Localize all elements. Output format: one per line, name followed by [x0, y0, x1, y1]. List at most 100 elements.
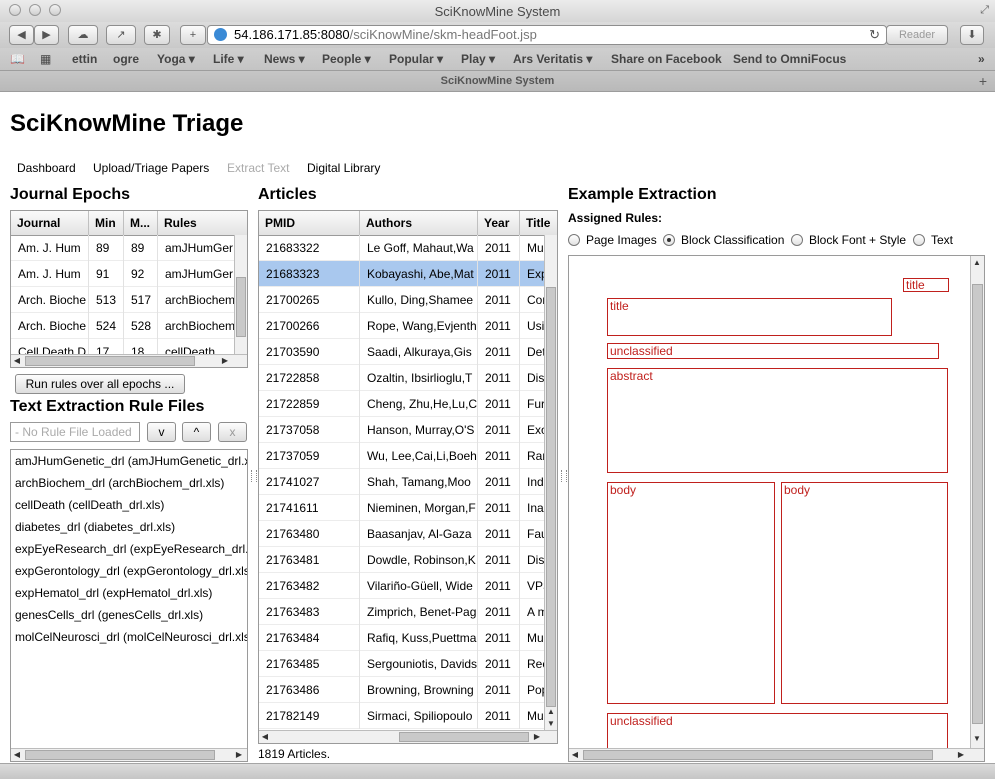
- scroll-up-icon[interactable]: ▲: [971, 258, 983, 267]
- scroll-thumb[interactable]: [25, 750, 215, 760]
- scroll-left-icon[interactable]: ◀: [11, 356, 23, 365]
- list-item[interactable]: cellDeath (cellDeath_drl.xls): [15, 494, 164, 516]
- table-row[interactable]: Arch. Bioche 513 517 archBiochem: [11, 287, 247, 313]
- list-item[interactable]: genesCells_drl (genesCells_drl.xls): [15, 604, 203, 626]
- left-pane-splitter[interactable]: [251, 470, 257, 482]
- table-row[interactable]: 21683322 Le Goff, Mahaut,Wa 2011 Mu: [259, 235, 557, 261]
- bookmark-news[interactable]: News ▾: [264, 52, 305, 66]
- table-row[interactable]: 21737059 Wu, Lee,Cai,Li,Boeh 2011 Rar: [259, 443, 557, 469]
- list-item[interactable]: archBiochem_drl (archBiochem_drl.xls): [15, 472, 224, 494]
- radio-label-text[interactable]: Text: [931, 233, 953, 247]
- articles-horizontal-scrollbar[interactable]: ◀ ▶: [259, 730, 557, 743]
- table-row[interactable]: 21763480 Baasanjav, Al-Gaza 2011 Fau: [259, 521, 557, 547]
- articles-vertical-scrollbar[interactable]: ▲ ▼: [544, 235, 557, 731]
- column-header-authors[interactable]: Authors: [360, 211, 478, 235]
- active-tab[interactable]: SciKnowMine System: [441, 75, 555, 87]
- scroll-thumb[interactable]: [399, 732, 529, 742]
- radio-label-block-classification[interactable]: Block Classification: [681, 233, 784, 247]
- block-body-right[interactable]: body: [781, 482, 948, 704]
- table-row[interactable]: 21763485 Sergouniotis, Davids 2011 Rec: [259, 651, 557, 677]
- articles-table[interactable]: PMID Authors Year Title 21683322 Le Goff,…: [258, 210, 558, 744]
- preview-horizontal-scrollbar[interactable]: ◀ ▶: [569, 748, 984, 761]
- right-pane-splitter[interactable]: [561, 470, 567, 482]
- block-body-left[interactable]: body: [607, 482, 775, 704]
- bookmark-people[interactable]: People ▾: [322, 52, 371, 66]
- scroll-right-icon[interactable]: ▶: [531, 732, 543, 741]
- column-header-min[interactable]: Min: [89, 211, 124, 235]
- table-row[interactable]: 21700265 Kullo, Ding,Shamee 2011 Con: [259, 287, 557, 313]
- scroll-left-icon[interactable]: ◀: [569, 750, 581, 759]
- rule-file-select[interactable]: - No Rule File Loaded -: [10, 422, 140, 457]
- block-unclassified-bottom[interactable]: unclassified: [607, 713, 948, 753]
- reading-list-icon[interactable]: 📖: [10, 52, 25, 66]
- bookmark-share-facebook[interactable]: Share on Facebook: [611, 52, 722, 66]
- bookmark-yoga[interactable]: Yoga ▾: [157, 52, 195, 66]
- list-item[interactable]: molCelNeurosci_drl (molCelNeurosci_drl.x…: [15, 626, 247, 648]
- radio-label-page-images[interactable]: Page Images: [586, 233, 657, 247]
- fullscreen-icon[interactable]: ⤢: [980, 4, 989, 17]
- scroll-thumb[interactable]: [583, 750, 933, 760]
- more-bookmarks-icon[interactable]: »: [978, 52, 985, 66]
- table-row[interactable]: 21741611 Nieminen, Morgan,F 2011 Ina: [259, 495, 557, 521]
- scroll-thumb[interactable]: [546, 287, 556, 707]
- scroll-up-icon[interactable]: ▲: [545, 707, 557, 716]
- forward-button[interactable]: ▶: [34, 25, 59, 45]
- radio-page-images[interactable]: [568, 234, 580, 246]
- scroll-left-icon[interactable]: ◀: [11, 750, 23, 759]
- column-header-year[interactable]: Year: [478, 211, 520, 235]
- table-row[interactable]: 21763486 Browning, Browning 2011 Pop: [259, 677, 557, 703]
- radio-block-font-style[interactable]: [791, 234, 803, 246]
- column-header-journal[interactable]: Journal: [11, 211, 89, 235]
- bookmark-popular[interactable]: Popular ▾: [389, 52, 443, 66]
- table-row[interactable]: 21782149 Sirmaci, Spiliopoulo 2011 Mu: [259, 703, 557, 729]
- block-title-small[interactable]: title: [903, 278, 949, 292]
- table-row[interactable]: 21763483 Zimprich, Benet-Pag 2011 A m: [259, 599, 557, 625]
- scroll-thumb[interactable]: [25, 356, 195, 366]
- epochs-horizontal-scrollbar[interactable]: ◀ ▶: [11, 354, 247, 367]
- bookmark-send-omnifocus[interactable]: Send to OmniFocus: [733, 52, 846, 66]
- bookmark-life[interactable]: Life ▾: [213, 52, 244, 66]
- icloud-tabs-button[interactable]: ☁: [68, 25, 98, 45]
- table-row[interactable]: 21763484 Rafiq, Kuss,Puettma 2011 Mu: [259, 625, 557, 651]
- table-row[interactable]: Arch. Bioche 524 528 archBiochem: [11, 313, 247, 339]
- bookmark-play[interactable]: Play ▾: [461, 52, 495, 66]
- downloads-button[interactable]: ⬇: [960, 25, 984, 45]
- column-header-title[interactable]: Title: [520, 211, 557, 235]
- scroll-left-icon[interactable]: ◀: [259, 732, 271, 741]
- add-tab-icon[interactable]: +: [979, 71, 987, 91]
- extensions-button[interactable]: ✱: [144, 25, 170, 45]
- share-button[interactable]: ↗: [106, 25, 136, 45]
- block-abstract[interactable]: abstract: [607, 368, 948, 473]
- remove-rule-button[interactable]: x: [218, 422, 247, 442]
- list-item[interactable]: diabetes_drl (diabetes_drl.xls): [15, 516, 175, 538]
- scroll-thumb[interactable]: [236, 277, 246, 337]
- rule-files-list[interactable]: amJHumGenetic_drl (amJHumGenetic_drl.xls…: [10, 449, 248, 762]
- nav-dashboard[interactable]: Dashboard: [17, 161, 76, 175]
- block-title[interactable]: title: [607, 298, 892, 336]
- nav-extract-text[interactable]: Extract Text: [227, 161, 289, 175]
- scroll-down-icon[interactable]: ▼: [545, 719, 557, 728]
- table-row[interactable]: 21703590 Saadi, Alkuraya,Gis 2011 Det: [259, 339, 557, 365]
- scroll-down-icon[interactable]: ▼: [971, 734, 983, 743]
- back-button[interactable]: ◀: [9, 25, 34, 45]
- epochs-vertical-scrollbar[interactable]: [234, 235, 247, 355]
- table-row[interactable]: 21722858 Ozaltin, Ibsirlioglu,T 2011 Dis: [259, 365, 557, 391]
- scroll-right-icon[interactable]: ▶: [955, 750, 967, 759]
- table-row[interactable]: 21700266 Rope, Wang,Evjenth 2011 Usi: [259, 313, 557, 339]
- bookmark-ettin[interactable]: ettin: [72, 52, 97, 66]
- table-row[interactable]: Am. J. Hum 91 92 amJHumGer: [11, 261, 247, 287]
- new-tab-button[interactable]: +: [180, 25, 206, 45]
- radio-label-block-font-style[interactable]: Block Font + Style: [809, 233, 906, 247]
- move-up-button[interactable]: ^: [182, 422, 211, 442]
- run-rules-button[interactable]: Run rules over all epochs ...: [15, 374, 185, 394]
- scroll-right-icon[interactable]: ▶: [219, 356, 231, 365]
- top-sites-icon[interactable]: ▦: [40, 52, 51, 66]
- column-header-max[interactable]: M...: [124, 211, 158, 235]
- reader-button[interactable]: Reader: [886, 25, 948, 45]
- address-bar[interactable]: 54.186.171.85:8080/sciKnowMine/skm-headF…: [207, 25, 887, 45]
- page-preview-canvas[interactable]: title title unclassified abstract body b…: [568, 255, 985, 762]
- reload-icon[interactable]: ↻: [869, 26, 880, 44]
- bookmark-ars-veritatis[interactable]: Ars Veritatis ▾: [513, 52, 592, 66]
- column-header-pmid[interactable]: PMID: [259, 211, 360, 235]
- radio-text[interactable]: [913, 234, 925, 246]
